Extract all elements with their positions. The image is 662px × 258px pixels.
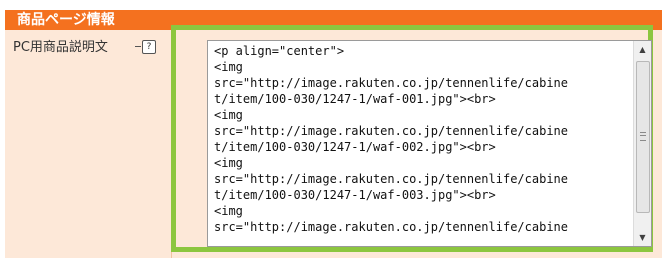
textarea-line: <img [214, 156, 243, 170]
textarea-line: src="http://image.rakuten.co.jp/tennenli… [214, 124, 569, 138]
textarea-line: src="http://image.rakuten.co.jp/tennenli… [214, 220, 569, 234]
vertical-scrollbar[interactable]: ▲ ▼ [633, 41, 651, 246]
textarea-line: t/item/100-030/1247-1/waf-002.jpg"><br> [214, 140, 496, 154]
scroll-down-icon[interactable]: ▼ [634, 229, 651, 246]
textarea-line: <img [214, 108, 243, 122]
pc-description-textarea[interactable]: <p align="center"> <img src="http://imag… [207, 40, 652, 247]
scrollbar-thumb[interactable] [636, 61, 650, 213]
help-pointer-line [135, 46, 141, 47]
textarea-line: <img [214, 60, 243, 74]
question-icon[interactable]: ? [142, 40, 156, 54]
textarea-line: src="http://image.rakuten.co.jp/tennenli… [214, 76, 569, 90]
field-label-cell: PC用商品説明文 ? [5, 30, 172, 258]
grip-icon [640, 132, 646, 141]
section-title: 商品ページ情報 [17, 12, 115, 28]
textarea-content[interactable]: <p align="center"> <img src="http://imag… [214, 43, 634, 235]
scroll-up-icon[interactable]: ▲ [634, 41, 651, 58]
textarea-line: <img [214, 204, 243, 218]
textarea-line: <p align="center"> [214, 44, 345, 58]
textarea-line: t/item/100-030/1247-1/waf-001.jpg"><br> [214, 92, 496, 106]
textarea-line: src="http://image.rakuten.co.jp/tennenli… [214, 172, 569, 186]
textarea-line: t/item/100-030/1247-1/waf-003.jpg"><br> [214, 188, 496, 202]
pc-description-label: PC用商品説明文 [13, 40, 108, 55]
